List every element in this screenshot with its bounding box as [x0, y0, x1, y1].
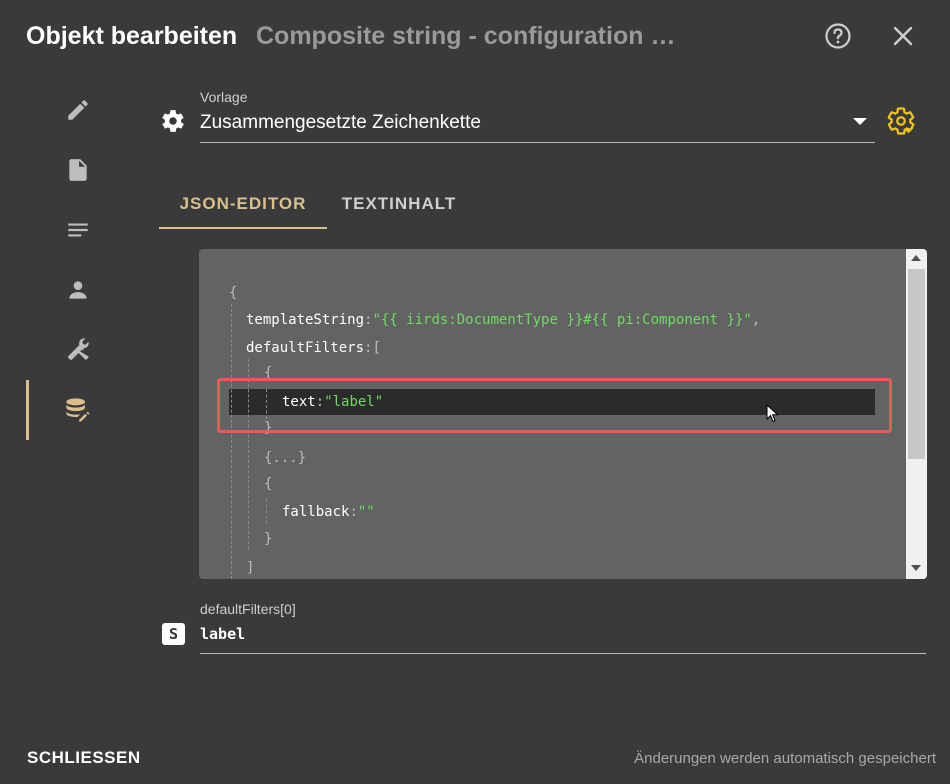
indent-guide	[266, 499, 267, 524]
dialog-header: Objekt bearbeiten Composite string - con…	[0, 0, 950, 76]
indent-guide	[231, 304, 232, 579]
sidebar	[0, 80, 150, 460]
collapsed-node[interactable]: {...}	[264, 445, 306, 471]
code-line: fallback:""	[282, 504, 375, 520]
gear-refresh-icon	[887, 107, 915, 135]
pencil-icon	[68, 100, 88, 120]
dialog-subtitle: Composite string - configuration o…	[256, 22, 686, 50]
database-edit-icon	[66, 398, 90, 422]
sidebar-item-text[interactable]	[60, 212, 96, 248]
code-line: templateString:"{{ iirds:DocumentType }}…	[246, 312, 761, 328]
selected-path-label: defaultFilters[0]	[200, 601, 296, 617]
sidebar-item-document[interactable]	[60, 152, 96, 188]
active-tab-underline	[159, 227, 327, 229]
sidebar-item-tools[interactable]	[60, 332, 96, 368]
mouse-cursor-icon	[766, 404, 779, 423]
text-lines-icon	[68, 223, 88, 237]
code-line: }	[264, 531, 273, 547]
template-label: Vorlage	[200, 89, 248, 105]
close-button[interactable]	[889, 22, 917, 50]
scrollbar-thumb[interactable]	[908, 269, 925, 459]
selected-path-value[interactable]: label	[200, 625, 245, 643]
help-button[interactable]	[824, 22, 852, 50]
document-icon	[69, 159, 87, 181]
help-circle-icon	[825, 23, 851, 49]
chevron-down-icon	[853, 118, 867, 125]
path-field-underline	[200, 653, 926, 654]
template-settings-button[interactable]	[886, 106, 916, 136]
close-icon	[893, 26, 913, 46]
template-value: Zusammengesetzte Zeichenkette	[200, 112, 481, 133]
sidebar-item-edit[interactable]	[60, 92, 96, 128]
code-line: {	[264, 476, 273, 492]
settings-gear-icon	[160, 108, 186, 134]
sidebar-item-person[interactable]	[60, 272, 96, 308]
code-line: ]	[246, 560, 255, 576]
close-dialog-button[interactable]: SCHLIESSEN	[27, 748, 141, 768]
autosave-status: Änderungen werden automatisch gespeicher…	[634, 750, 936, 767]
template-select[interactable]: Zusammengesetzte Zeichenkette	[200, 108, 875, 143]
person-icon	[69, 281, 87, 299]
tab-json-editor[interactable]: JSON-EDITOR	[159, 180, 327, 228]
tab-text-content[interactable]: TEXTINHALT	[329, 180, 469, 228]
annotation-highlight-box	[217, 378, 892, 433]
scroll-up-icon[interactable]	[911, 255, 921, 261]
sidebar-active-indicator	[26, 380, 29, 440]
string-type-icon: S	[162, 623, 185, 645]
scroll-down-icon[interactable]	[911, 565, 921, 571]
code-line: defaultFilters:[	[246, 340, 381, 356]
tools-icon	[68, 338, 89, 360]
code-line: {	[229, 285, 238, 301]
dialog-title: Objekt bearbeiten	[26, 22, 238, 50]
sidebar-item-database[interactable]	[60, 392, 96, 428]
